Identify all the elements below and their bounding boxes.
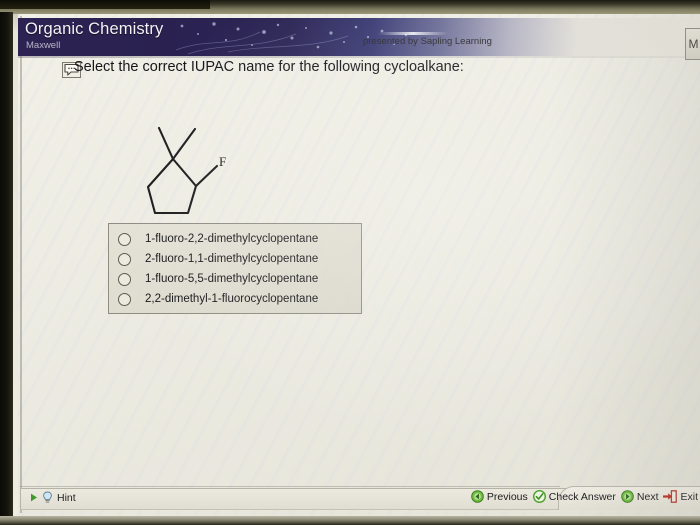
option-label-b: 2-fluoro-1,1-dimethylcyclopentane: [145, 253, 319, 265]
instructor-name: Maxwell: [26, 40, 61, 51]
exit-label: Exit: [680, 490, 698, 503]
course-title: Organic Chemistry: [25, 20, 164, 38]
monitor-photo: Organic Chemistry Maxwell presented by S…: [0, 0, 700, 525]
toolbar-hairline: [20, 486, 560, 487]
check-circle-icon[interactable]: [532, 490, 546, 503]
option-row-d[interactable]: 2,2-dimethyl-1-fluorocyclopentane: [109, 289, 361, 309]
option-row-b[interactable]: 2-fluoro-1,1-dimethylcyclopentane: [109, 249, 361, 269]
exit-button[interactable]: Exit: [663, 490, 698, 503]
question-prompt-row: Select the correct IUPAC name for the fo…: [42, 59, 642, 85]
hint-button[interactable]: Hint: [30, 491, 76, 504]
lightbulb-icon[interactable]: [42, 491, 53, 504]
monitor-bezel-bottom: [0, 516, 700, 525]
sapling-learning-app: Organic Chemistry Maxwell presented by S…: [18, 14, 700, 517]
exit-door-icon[interactable]: [663, 490, 678, 503]
option-label-d: 2,2-dimethyl-1-fluorocyclopentane: [145, 293, 319, 305]
radio-button-b[interactable]: [118, 252, 131, 266]
option-label-a: 1-fluoro-2,2-dimethylcyclopentane: [145, 233, 319, 245]
play-triangle-icon[interactable]: [30, 493, 38, 502]
arrow-left-circle-icon[interactable]: [471, 490, 484, 503]
presented-by-label: presented by Sapling Learning: [363, 36, 492, 47]
hint-label: Hint: [57, 491, 76, 504]
radio-button-c[interactable]: [118, 272, 131, 286]
monitor-bezel-left: [0, 12, 13, 525]
molecule-structure: F: [118, 104, 258, 229]
question-prompt-text: Select the correct IUPAC name for the fo…: [74, 59, 464, 75]
arrow-right-circle-icon[interactable]: [621, 490, 634, 503]
bottom-toolbar: Hint Previous Check Answer Next Exit: [18, 486, 700, 512]
answer-options-box: 1-fluoro-2,2-dimethylcyclopentane 2-fluo…: [108, 223, 362, 314]
app-header-banner: Organic Chemistry Maxwell presented by S…: [18, 18, 700, 56]
cyclopentane-skeletal-drawing: [146, 126, 219, 215]
monitor-bezel-top-shadow: [0, 0, 210, 9]
option-row-c[interactable]: 1-fluoro-5,5-dimethylcyclopentane: [109, 269, 361, 289]
navigation-button-group: Previous Check Answer Next Exit: [471, 490, 698, 503]
option-row-a[interactable]: 1-fluoro-2,2-dimethylcyclopentane: [109, 229, 361, 249]
radio-button-a[interactable]: [118, 232, 131, 246]
option-label-c: 1-fluoro-5,5-dimethylcyclopentane: [145, 273, 319, 285]
check-answer-label: Check Answer: [548, 490, 616, 503]
next-button[interactable]: Next: [621, 490, 659, 503]
check-answer-button[interactable]: Check Answer: [532, 490, 616, 503]
fluorine-atom-label: F: [219, 154, 227, 169]
side-tab-button[interactable]: M: [685, 28, 700, 60]
previous-button[interactable]: Previous: [471, 490, 528, 503]
previous-label: Previous: [486, 490, 528, 503]
header-divider: [18, 56, 700, 58]
next-label: Next: [636, 490, 659, 503]
radio-button-d[interactable]: [118, 292, 131, 306]
